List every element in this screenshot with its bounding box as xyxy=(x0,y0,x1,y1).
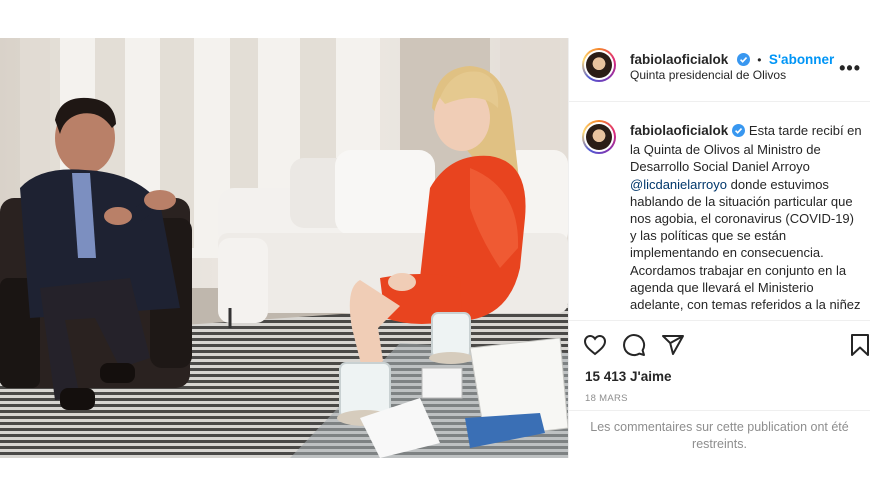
post-side-panel: fabiolaoficialok • S'abonner Quinta pres… xyxy=(568,38,870,458)
header-separator: • xyxy=(757,53,762,67)
post-location[interactable]: Quinta presidencial de Olivos xyxy=(630,68,786,82)
instagram-post: fabiolaoficialok • S'abonner Quinta pres… xyxy=(0,38,870,458)
caption-mention[interactable]: @licdanielarroyo xyxy=(630,177,727,192)
avatar-image xyxy=(586,52,612,78)
meeting-photo xyxy=(0,38,568,458)
header-username[interactable]: fabiolaoficialok xyxy=(630,52,728,67)
caption-avatar[interactable] xyxy=(582,120,616,154)
caption-area: fabiolaoficialok Esta tarde recibí en la… xyxy=(569,102,870,320)
likes-count[interactable]: 15 413 J'aime xyxy=(585,369,672,384)
caption-username[interactable]: fabiolaoficialok xyxy=(630,123,728,138)
avatar-image xyxy=(586,124,612,150)
action-bar: 15 413 J'aime 18 MARS xyxy=(569,320,870,421)
heart-icon[interactable] xyxy=(583,333,607,357)
post-photo[interactable] xyxy=(0,38,568,458)
share-icon[interactable] xyxy=(661,333,685,357)
avatar[interactable] xyxy=(582,48,616,82)
caption-body-end: donde estuvimos hablando de la situación… xyxy=(630,176,861,313)
comment-icon[interactable] xyxy=(622,333,646,357)
bookmark-icon[interactable] xyxy=(849,333,871,357)
post-date[interactable]: 18 MARS xyxy=(585,393,628,404)
caption-text: fabiolaoficialok Esta tarde recibí en la… xyxy=(630,122,862,313)
follow-button[interactable]: S'abonner xyxy=(769,52,834,67)
more-options-icon[interactable]: ••• xyxy=(839,58,861,79)
post-header: fabiolaoficialok • S'abonner Quinta pres… xyxy=(569,38,870,102)
restricted-text: Les commentaires sur cette publication o… xyxy=(590,420,849,451)
verified-badge-icon xyxy=(732,124,746,141)
comments-restricted-notice: Les commentaires sur cette publication o… xyxy=(569,410,870,458)
